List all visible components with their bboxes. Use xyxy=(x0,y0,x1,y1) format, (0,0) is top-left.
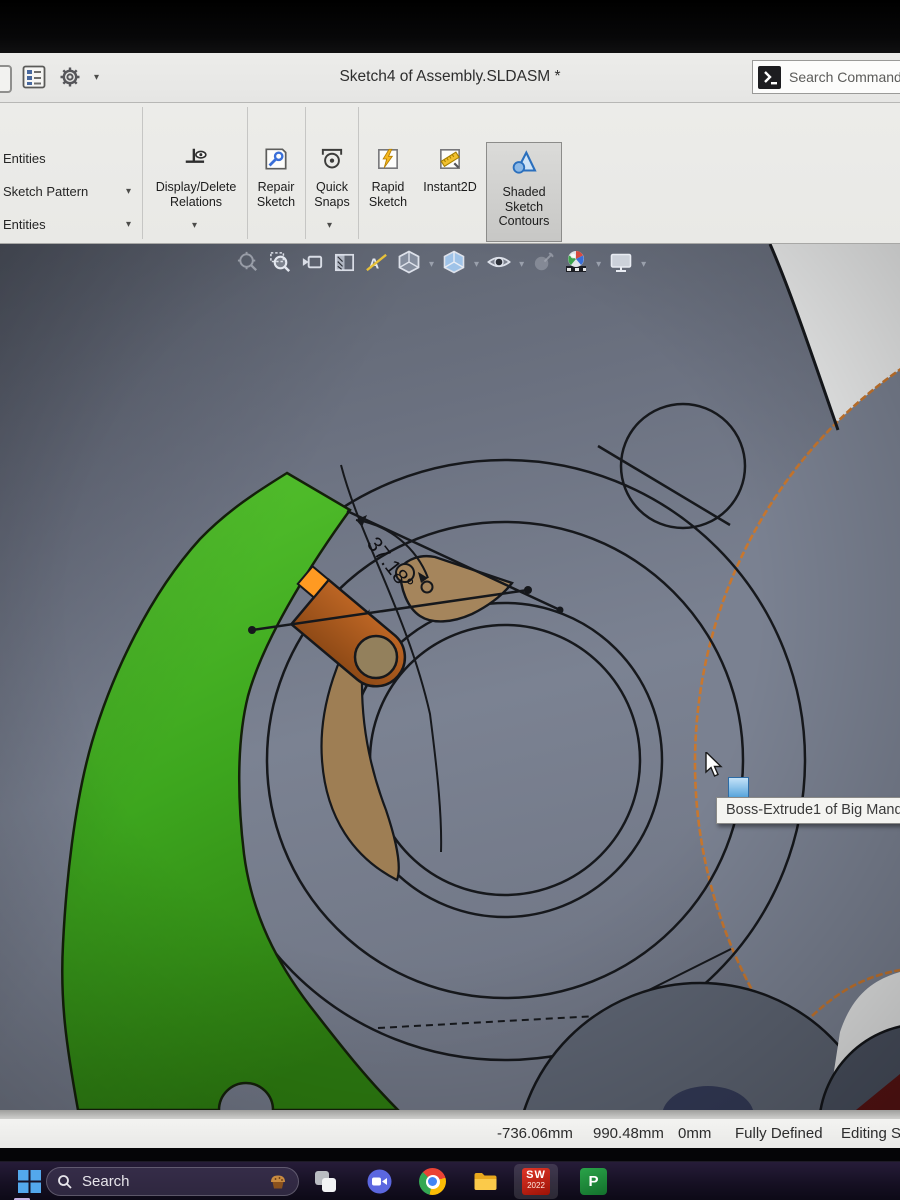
taskbar-meet-icon[interactable] xyxy=(366,1168,393,1195)
viewport-bottom-edge xyxy=(0,1110,900,1119)
view-settings-caret-icon[interactable]: ▾ xyxy=(641,260,646,270)
status-sketch-state: Fully Defined xyxy=(735,1119,823,1148)
status-bar: -736.06mm 990.48mm 0mm Fully Defined Edi… xyxy=(0,1119,900,1148)
command-ribbon: Entities Sketch Pattern ▾ Entities ▾ Dis… xyxy=(0,103,900,244)
display-delete-relations-button[interactable]: Display/Delete Relations xyxy=(148,145,244,209)
status-z-coordinate: 0mm xyxy=(678,1119,711,1148)
instant2d-button[interactable]: Instant2D xyxy=(417,145,483,195)
monitor-bezel-bottom xyxy=(0,1148,900,1161)
apply-scene-caret-icon[interactable]: ▾ xyxy=(596,260,601,270)
ribbon-divider xyxy=(247,107,248,239)
display-style-caret-icon[interactable]: ▾ xyxy=(474,260,479,270)
relations-icon xyxy=(148,145,244,177)
search-commands-box[interactable]: Search Commands xyxy=(752,60,900,94)
section-view-icon[interactable] xyxy=(332,250,357,280)
sketch-pattern-caret-icon[interactable]: ▾ xyxy=(126,187,131,197)
display-delete-relations-label: Display/Delete Relations xyxy=(156,180,237,209)
ribbon-divider xyxy=(305,107,306,239)
quick-snaps-label: Quick Snaps xyxy=(314,180,349,209)
edit-appearance-icon[interactable] xyxy=(531,250,556,280)
status-editing-mode: Editing Sk xyxy=(841,1119,900,1148)
taskbar-solidworks-active-app[interactable]: SW2022 xyxy=(514,1164,558,1199)
hide-show-caret-icon[interactable]: ▾ xyxy=(519,260,524,270)
ribbon-divider xyxy=(142,107,143,239)
graphics-viewport[interactable]: 37.18° xyxy=(0,244,900,1110)
taskbar-file-explorer-icon[interactable] xyxy=(472,1168,499,1195)
shaded-sketch-contours-button[interactable]: Shaded Sketch Contours xyxy=(486,142,562,242)
hide-show-items-icon[interactable] xyxy=(486,249,512,280)
ribbon-item-sketch-pattern[interactable]: Sketch Pattern xyxy=(3,184,88,199)
taskbar-widgets-icon[interactable] xyxy=(312,1168,339,1195)
repair-sketch-icon xyxy=(250,145,302,177)
search-commands-icon xyxy=(758,66,781,89)
entities-caret-icon[interactable]: ▾ xyxy=(126,220,131,230)
taskbar-chrome-icon[interactable] xyxy=(419,1168,446,1195)
instant2d-label: Instant2D xyxy=(423,180,477,194)
previous-view-icon[interactable] xyxy=(300,250,325,280)
taskbar-search-box[interactable]: Search xyxy=(46,1167,299,1196)
title-bar: ▾ Sketch4 of Assembly.SLDASM * Search Co… xyxy=(0,53,900,103)
mouse-cursor xyxy=(705,752,727,783)
repair-sketch-label: Repair Sketch xyxy=(257,180,295,209)
shaded-contours-icon xyxy=(487,148,561,182)
face-select-chip xyxy=(728,777,749,798)
heads-up-toolbar: A ▾ ▾ ▾ ▾ ▾ xyxy=(236,249,646,280)
arm-hole[interactable] xyxy=(355,636,397,678)
quick-snaps-icon xyxy=(308,145,356,177)
search-icon xyxy=(57,1174,73,1190)
ribbon-item-entities-1[interactable]: Entities xyxy=(3,151,46,166)
monitor-bezel-top xyxy=(0,0,900,53)
display-style-icon[interactable] xyxy=(441,249,467,280)
relations-caret-icon[interactable]: ▾ xyxy=(192,221,197,231)
windows-taskbar: Search SW2022 P xyxy=(0,1161,900,1200)
search-highlight-muffin-icon[interactable] xyxy=(268,1172,288,1192)
view-orientation-icon[interactable] xyxy=(396,249,422,280)
ribbon-item-entities-2[interactable]: Entities xyxy=(3,217,46,232)
status-y-coordinate: 990.48mm xyxy=(593,1119,664,1148)
repair-sketch-button[interactable]: Repair Sketch xyxy=(250,145,302,209)
wing-tiny-circle[interactable] xyxy=(422,582,433,593)
apply-scene-icon[interactable] xyxy=(563,249,589,280)
zoom-to-fit-icon[interactable] xyxy=(236,250,261,280)
rapid-sketch-button[interactable]: Rapid Sketch xyxy=(361,145,415,209)
sketch-visibility-icon[interactable]: A xyxy=(364,250,389,280)
search-commands-label: Search Commands xyxy=(789,69,900,85)
view-settings-icon[interactable] xyxy=(608,249,634,280)
quick-snaps-button[interactable]: Quick Snaps xyxy=(308,145,356,209)
solidworks-2022-icon: SW2022 xyxy=(522,1168,550,1195)
taskbar-search-label: Search xyxy=(82,1173,259,1190)
quick-snaps-caret-icon[interactable]: ▾ xyxy=(327,221,332,231)
taskbar-project-icon[interactable]: P xyxy=(580,1168,607,1195)
windows-start-button[interactable] xyxy=(17,1169,42,1199)
zoom-to-area-icon[interactable] xyxy=(268,250,293,280)
view-orientation-caret-icon[interactable]: ▾ xyxy=(429,260,434,270)
hover-tooltip: Boss-Extrude1 of Big Mand xyxy=(716,797,900,824)
rapid-sketch-label: Rapid Sketch xyxy=(369,180,407,209)
monitor-photo: ▾ Sketch4 of Assembly.SLDASM * Search Co… xyxy=(0,0,900,1200)
ribbon-divider xyxy=(358,107,359,239)
rapid-sketch-icon xyxy=(361,145,415,177)
shaded-contours-label: Shaded Sketch Contours xyxy=(499,185,550,229)
instant2d-icon xyxy=(417,145,483,177)
status-x-coordinate: -736.06mm xyxy=(497,1119,573,1148)
